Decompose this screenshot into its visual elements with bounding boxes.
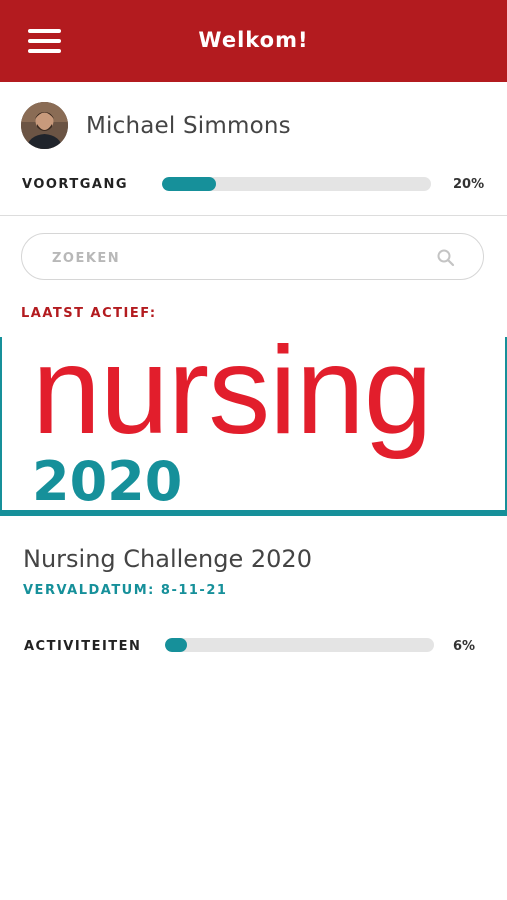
activities-bar bbox=[165, 638, 434, 652]
search-icon[interactable] bbox=[436, 248, 456, 268]
banner-year: 2020 bbox=[32, 450, 183, 513]
search-input[interactable] bbox=[50, 246, 434, 270]
progress-bar-fill bbox=[162, 177, 216, 191]
header-title: Welkom! bbox=[198, 28, 309, 52]
banner-word: nursing bbox=[32, 337, 433, 460]
course-banner[interactable]: nursing 2020 bbox=[0, 337, 507, 516]
due-date: VERVALDATUM: 8-11-21 bbox=[23, 583, 228, 598]
recent-label: LAATST ACTIEF: bbox=[21, 306, 157, 321]
activities-bar-fill bbox=[165, 638, 187, 652]
activities-label: ACTIVITEITEN bbox=[24, 639, 142, 654]
user-name: Michael Simmons bbox=[86, 113, 291, 139]
divider bbox=[0, 215, 507, 216]
banner-underline bbox=[2, 510, 505, 516]
app-header: Welkom! bbox=[0, 0, 507, 82]
course-title[interactable]: Nursing Challenge 2020 bbox=[23, 545, 312, 573]
progress-percent: 20% bbox=[453, 177, 485, 192]
activities-percent: 6% bbox=[453, 639, 476, 654]
progress-bar bbox=[162, 177, 431, 191]
progress-label: VOORTGANG bbox=[22, 177, 129, 192]
search-box[interactable] bbox=[21, 233, 484, 280]
user-avatar[interactable] bbox=[21, 102, 68, 149]
